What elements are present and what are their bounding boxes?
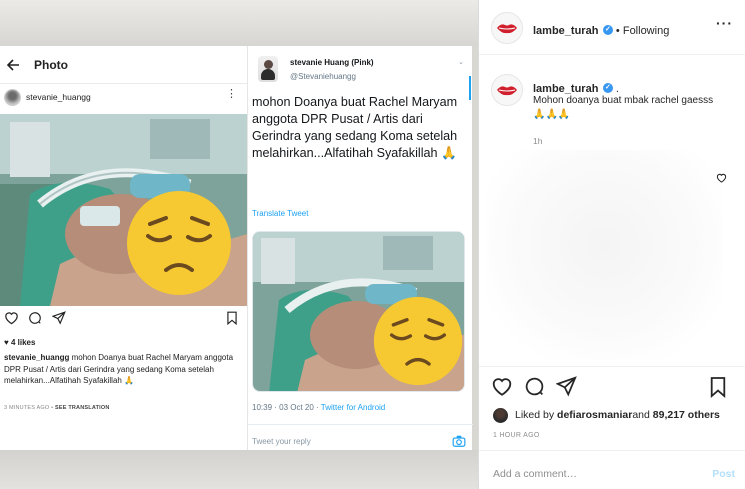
- ig-caption-username: stevanie_huangg: [4, 353, 70, 362]
- ig-username: stevanie_huangg: [26, 92, 91, 102]
- divider: [479, 366, 745, 367]
- tw-scroll-indicator: [469, 76, 471, 100]
- tw-header: stevanie Huang (Pink) @Stevaniehuangg ⌄: [248, 46, 472, 100]
- ig-user-row: stevanie_huangg ⋮: [0, 84, 247, 110]
- post-header: lambe_turah ✓ • Following ···: [479, 0, 745, 55]
- chevron-down-icon: ⌄: [458, 59, 464, 66]
- ig-time: 3 MINUTES AGO • SEE TRANSLATION: [4, 405, 110, 411]
- caption-time: 1h: [533, 136, 543, 146]
- heart-icon[interactable]: [716, 173, 727, 183]
- lips-logo-icon: [497, 24, 517, 34]
- post-image[interactable]: Photo stevanie_huangg ⋮ ♥ 4 likes stevan…: [0, 0, 478, 489]
- header-username[interactable]: lambe_turah: [533, 25, 598, 37]
- liked-by-row: Liked by defiarosmaniar and 89,217 other…: [493, 406, 720, 424]
- instagram-screenshot: Photo stevanie_huangg ⋮ ♥ 4 likes stevan…: [0, 46, 247, 450]
- heart-icon: [5, 312, 18, 325]
- kebab-icon: ⋮: [226, 88, 237, 100]
- back-arrow-icon: [6, 58, 19, 71]
- liked-by-middle: and: [632, 409, 650, 421]
- ig-action-bar: [4, 311, 244, 327]
- ig-caption: stevanie_huangg mohon Doanya buat Rachel…: [4, 352, 240, 387]
- pensive-emoji-icon: [373, 296, 463, 386]
- share-icon: [52, 311, 66, 325]
- add-comment-input[interactable]: Add a comment…: [493, 468, 577, 480]
- tw-text: mohon Doanya buat Rachel Maryam anggota …: [252, 95, 458, 160]
- image-background-bottom: [0, 450, 478, 489]
- tw-display-name: stevanie Huang (Pink): [290, 58, 374, 67]
- action-bar: [491, 376, 739, 400]
- share-icon[interactable]: [556, 376, 577, 397]
- comment-icon[interactable]: [524, 376, 545, 397]
- bookmark-icon: [227, 311, 237, 325]
- ig-see-translation: SEE TRANSLATION: [54, 405, 110, 411]
- twitter-screenshot: stevanie Huang (Pink) @Stevaniehuangg ⌄ …: [247, 46, 473, 450]
- post-time[interactable]: 1 HOUR AGO: [493, 432, 540, 439]
- following-button[interactable]: Following: [623, 25, 669, 37]
- avatar[interactable]: [493, 407, 508, 423]
- follow-separator: •: [612, 25, 623, 37]
- post-comment-button[interactable]: Post: [712, 468, 735, 480]
- comment-icon: [29, 312, 41, 324]
- ig-header-title: Photo: [34, 57, 68, 72]
- ig-likes: ♥ 4 likes: [4, 338, 35, 347]
- tw-handle: @Stevaniehuangg: [290, 72, 356, 81]
- avatar: [258, 56, 278, 82]
- heart-icon: ♥: [4, 338, 9, 347]
- pensive-emoji-icon: [127, 191, 231, 295]
- verified-icon: ✓: [602, 24, 613, 35]
- bookmark-icon[interactable]: [709, 376, 727, 398]
- liked-by-count[interactable]: 89,217 others: [653, 409, 720, 421]
- tw-source: Twitter for Android: [320, 403, 386, 412]
- tw-timestamp: 10:39 · 03 Oct 20 ·: [252, 403, 321, 412]
- avatar[interactable]: [491, 74, 523, 106]
- tw-reply-placeholder: Tweet your reply: [252, 437, 311, 446]
- camera-icon: [452, 435, 466, 447]
- tw-translate: Translate Tweet: [252, 209, 309, 218]
- heart-icon[interactable]: [491, 376, 513, 397]
- ig-time-ago: 3 MINUTES AGO: [4, 405, 50, 411]
- ig-likes-count: 4 likes: [10, 338, 36, 347]
- more-options-icon[interactable]: ···: [716, 15, 733, 31]
- liked-by-prefix: Liked by: [515, 409, 555, 421]
- image-background-top: [0, 0, 478, 46]
- liked-by-user[interactable]: defiarosmaniar: [557, 409, 632, 421]
- avatar[interactable]: [491, 12, 523, 44]
- comments-area: [487, 150, 723, 360]
- post-side-panel: lambe_turah ✓ • Following ··· lambe_tura…: [478, 0, 745, 489]
- lips-logo-icon: [497, 86, 517, 96]
- tw-photo: [252, 231, 465, 392]
- ig-header: Photo: [0, 46, 247, 84]
- divider: [479, 450, 745, 451]
- tw-meta: 10:39 · 03 Oct 20 · Twitter for Android: [252, 403, 385, 412]
- verified-icon: ✓: [602, 82, 613, 93]
- caption-text: Mohon doanya buat mbak rachel gaesss🙏🙏🙏: [533, 95, 714, 120]
- divider: [248, 424, 473, 425]
- avatar: [4, 88, 21, 106]
- ig-photo: [0, 114, 247, 306]
- header-title-row: lambe_turah ✓ • Following: [533, 21, 669, 39]
